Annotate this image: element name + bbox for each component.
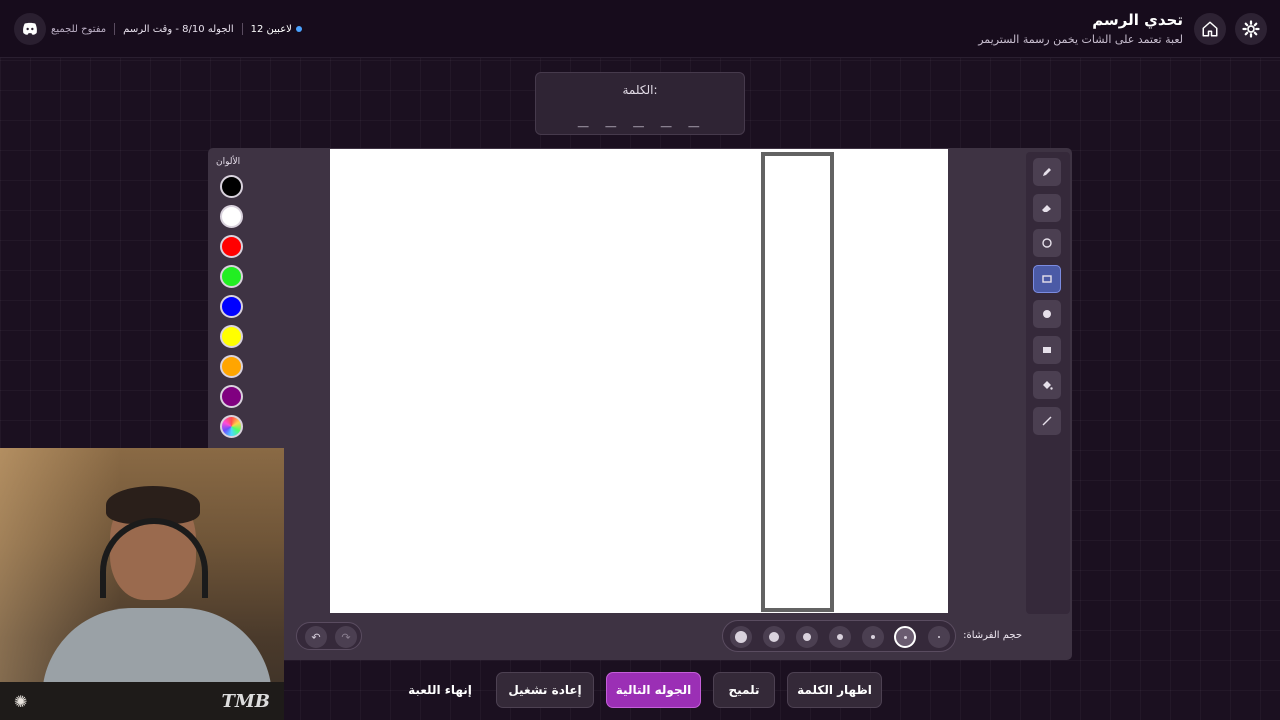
tool-rectangle[interactable]	[1033, 265, 1061, 293]
color-swatch[interactable]	[220, 175, 243, 198]
redo-icon: ↷	[341, 630, 351, 644]
channel-logo-icon: ✺	[14, 691, 28, 711]
undo-button[interactable]: ↶	[305, 626, 327, 648]
brush-dot	[735, 631, 747, 643]
brush-dot	[871, 635, 875, 639]
tool-eraser[interactable]	[1033, 194, 1061, 222]
colors-title: الألوان	[216, 157, 241, 167]
show-word-button[interactable]: اظهار الكلمة	[787, 672, 882, 708]
color-swatch[interactable]	[220, 355, 243, 378]
status-open: مفتوح للجميع	[51, 23, 107, 35]
brush-size-selected[interactable]	[894, 626, 916, 648]
pencil-icon	[1043, 168, 1051, 176]
round-info: الجوله 8/10 - وقت الرسم	[123, 23, 234, 35]
color-swatch[interactable]	[220, 325, 243, 348]
redo-button[interactable]: ↷	[335, 626, 357, 648]
color-swatch[interactable]	[220, 205, 243, 228]
brush-size-xxs[interactable]	[928, 626, 950, 648]
discord-button[interactable]	[14, 13, 46, 45]
brush-size-label: حجم الفرشاة:	[963, 630, 1022, 641]
tool-filled-rectangle[interactable]	[1033, 336, 1061, 364]
brush-size-s[interactable]	[829, 626, 851, 648]
top-bar: تحدي الرسم لعبة تعتمد على الشات يخمن رسم…	[0, 0, 1280, 58]
banner-tag: TMB	[221, 690, 270, 712]
tool-circle[interactable]	[1033, 229, 1061, 257]
color-swatch[interactable]	[220, 235, 243, 258]
online-dot	[295, 26, 302, 32]
circle-filled-icon	[1043, 310, 1051, 318]
drawn-rectangle	[761, 152, 834, 612]
tool-line[interactable]	[1033, 407, 1061, 435]
drawing-canvas[interactable]	[330, 149, 948, 613]
brush-size-l[interactable]	[763, 626, 785, 648]
players-label: 12 لاعبين	[250, 23, 292, 35]
game-status: مفتوح للجميع الجوله 8/10 - وقت الرسم 12 …	[51, 23, 302, 35]
brush-size-xl[interactable]	[730, 626, 752, 648]
custom-color-picker[interactable]	[220, 415, 243, 438]
brush-size-m[interactable]	[796, 626, 818, 648]
home-icon	[1202, 21, 1218, 37]
drawing-board: الألوان ↶ ↷ حجم الفرشاة:	[208, 148, 1072, 660]
hint-button[interactable]: تلميح	[713, 672, 775, 708]
line-icon	[1042, 416, 1052, 426]
brush-dot	[769, 632, 779, 642]
webcam-overlay: ✺ TMB	[0, 448, 284, 720]
brush-size-xs[interactable]	[862, 626, 884, 648]
history-controls: ↶ ↷	[296, 622, 362, 650]
players-count: 12 لاعبين	[251, 24, 302, 35]
restart-button[interactable]: إعادة تشغيل	[496, 672, 594, 708]
divider	[241, 23, 243, 35]
color-swatch[interactable]	[220, 265, 243, 288]
rectangle-filled-icon	[1043, 347, 1051, 353]
tool-fill[interactable]	[1033, 371, 1061, 399]
rectangle-outline-icon	[1042, 275, 1052, 283]
tool-pencil[interactable]	[1033, 158, 1061, 186]
app-title: تحدي الرسم	[1092, 11, 1183, 29]
end-game-button[interactable]: إنهاء اللعبة	[402, 672, 478, 708]
home-button[interactable]	[1194, 13, 1226, 45]
tools-toolbar	[1026, 152, 1070, 614]
brush-dot	[903, 635, 907, 639]
brush-sizes	[722, 620, 956, 652]
gear-icon	[1242, 20, 1260, 38]
color-swatch[interactable]	[220, 385, 243, 408]
divider	[114, 23, 116, 35]
word-blanks: _ _ _ _ _	[577, 107, 703, 128]
settings-button[interactable]	[1235, 13, 1267, 45]
next-round-button[interactable]: الجوله التالية	[606, 672, 701, 708]
brush-dot	[938, 636, 940, 638]
word-panel: الكلمة: _ _ _ _ _	[535, 72, 745, 135]
circle-outline-icon	[1042, 238, 1052, 248]
webcam-banner: ✺ TMB	[0, 682, 284, 720]
brush-dot	[837, 634, 843, 640]
word-label: الكلمة:	[622, 83, 658, 97]
fill-bucket-icon	[1043, 381, 1053, 390]
tool-filled-circle[interactable]	[1033, 300, 1061, 328]
color-swatch[interactable]	[220, 295, 243, 318]
brush-dot	[803, 633, 811, 641]
discord-icon	[23, 22, 37, 35]
eraser-icon	[1042, 205, 1051, 212]
undo-icon: ↶	[311, 630, 321, 644]
app-subtitle: لعبة تعتمد على الشات يخمن رسمة الستريمر	[978, 33, 1183, 46]
